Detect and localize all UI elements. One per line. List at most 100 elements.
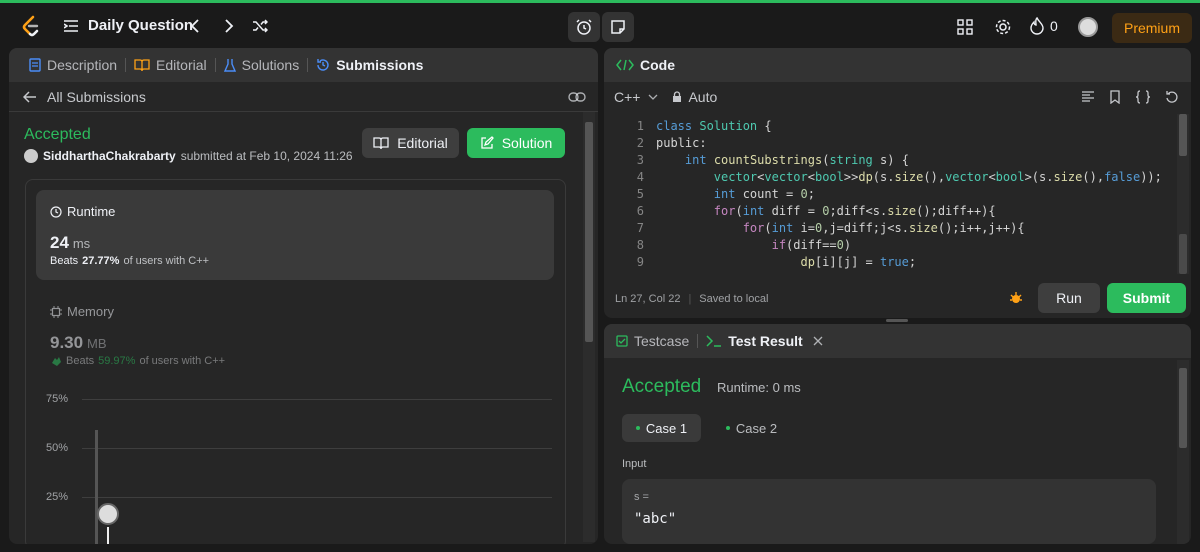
autocomplete-mode[interactable]: Auto	[688, 89, 717, 105]
problem-list-button[interactable]: Daily Question	[64, 17, 193, 34]
scrollbar-thumb[interactable]	[1179, 114, 1187, 156]
gridline	[82, 448, 552, 449]
reset-icon[interactable]	[1165, 90, 1179, 104]
left-scrollbar[interactable]	[583, 112, 595, 542]
submission-status: Accepted	[24, 126, 91, 143]
submit-button[interactable]: Submit	[1107, 283, 1186, 313]
chart-user-marker[interactable]	[97, 503, 119, 525]
gridline	[82, 497, 552, 498]
editorial-button[interactable]: Editorial	[362, 128, 459, 158]
terminal-icon	[706, 335, 722, 347]
pass-dot-icon	[725, 426, 730, 430]
bookmark-icon[interactable]	[1109, 90, 1121, 104]
submitted-time: submitted at Feb 10, 2024 11:26	[180, 149, 353, 163]
code-panel-header: Code	[604, 48, 1191, 82]
premium-button[interactable]: Premium	[1112, 13, 1192, 43]
y-tick-25: 25%	[46, 491, 69, 503]
braces-icon[interactable]	[1135, 90, 1151, 104]
user-avatar[interactable]	[1078, 17, 1098, 37]
layout-button[interactable]	[957, 19, 973, 35]
close-icon[interactable]	[813, 336, 823, 346]
chip-icon	[50, 305, 62, 318]
code-line[interactable]: for(int diff = 0;diff<s.size();diff++){	[656, 203, 996, 220]
input-value-box: s = "abc"	[622, 479, 1156, 544]
code-line[interactable]: vector<vector<bool>>dp(s.size(),vector<b…	[656, 169, 1162, 186]
format-icon[interactable]	[1081, 90, 1095, 104]
code-line[interactable]: public:	[656, 135, 707, 152]
username[interactable]: SiddharthaChakrabarty	[43, 149, 176, 163]
code-scrollbar[interactable]	[1177, 114, 1189, 274]
code-line[interactable]: int count = 0;	[656, 186, 815, 203]
case-2-tab[interactable]: Case 2	[712, 414, 791, 442]
left-panel-tabs: Description Editorial Solutions Submissi…	[9, 48, 598, 82]
tab-code[interactable]: Code	[616, 48, 683, 82]
result-status: Accepted	[622, 376, 702, 397]
memory-header: Memory	[50, 304, 114, 319]
code-line[interactable]: dp[i][j] = true;	[656, 254, 917, 271]
code-icon	[616, 59, 634, 71]
link-icon[interactable]	[568, 91, 586, 103]
code-line[interactable]: if(diff==0)	[656, 237, 852, 254]
notes-button[interactable]	[602, 12, 634, 42]
tab-submissions[interactable]: Submissions	[308, 48, 431, 82]
scrollbar-thumb[interactable]	[1179, 234, 1187, 274]
chevron-left-icon	[190, 19, 199, 33]
grid-layout-icon	[957, 19, 973, 35]
timer-button[interactable]	[568, 12, 600, 42]
tab-testcase[interactable]: Testcase	[616, 324, 697, 358]
chart-bar[interactable]	[95, 430, 98, 544]
y-tick-50: 50%	[46, 442, 69, 454]
streak-counter[interactable]: 0	[1030, 17, 1058, 35]
debug-icon[interactable]	[1008, 290, 1024, 306]
prev-problem-button[interactable]	[190, 18, 200, 34]
checkbox-icon	[616, 335, 628, 347]
code-line[interactable]: int countSubstrings(string s) {	[656, 152, 909, 169]
tab-description[interactable]: Description	[21, 48, 125, 82]
editor-actions	[1081, 90, 1179, 104]
solution-button[interactable]: Solution	[467, 128, 565, 158]
lock-icon	[673, 91, 682, 102]
arrow-left-icon[interactable]	[23, 90, 37, 103]
memory-beats: Beats 59.97% of users with C++	[50, 355, 225, 367]
all-submissions-bar: All Submissions	[9, 82, 598, 112]
scrollbar-thumb[interactable]	[585, 122, 593, 342]
all-submissions-link[interactable]: All Submissions	[47, 89, 146, 105]
code-panel: Code C++ Auto 1 class Solution {2 public: 3…	[604, 48, 1191, 318]
case-1-tab[interactable]: Case 1	[622, 414, 701, 442]
chevron-down-icon[interactable]	[648, 93, 658, 101]
gear-icon	[995, 19, 1011, 35]
line-number: 6	[636, 204, 644, 218]
chevron-right-icon	[225, 19, 234, 33]
editor-status-bar: Ln 27, Col 22 | Saved to local	[604, 280, 1191, 318]
fire-icon	[1030, 17, 1044, 35]
runtime-card[interactable]: Runtime 24 ms Beats 27.77% of users with…	[36, 190, 554, 280]
tab-editorial[interactable]: Editorial	[126, 48, 215, 82]
line-number: 8	[636, 238, 644, 252]
user-avatar-small	[24, 149, 38, 163]
next-problem-button[interactable]	[224, 18, 234, 34]
daily-question-title: Daily Question	[88, 17, 194, 34]
memory-card[interactable]: Memory 9.30 MB Beats 59.97% of users wit…	[36, 290, 554, 380]
list-icon	[64, 19, 78, 32]
book-icon	[373, 137, 389, 150]
cursor-position: Ln 27, Col 22	[615, 293, 681, 305]
input-variable-value: "abc"	[634, 511, 677, 527]
random-problem-button[interactable]	[252, 18, 268, 34]
code-line[interactable]: class Solution {	[656, 118, 772, 135]
input-label: Input	[622, 458, 647, 470]
status-divider: |	[688, 293, 692, 305]
tab-test-result[interactable]: Test Result	[698, 324, 830, 358]
submissions-panel: Description Editorial Solutions Submissi…	[9, 48, 598, 544]
code-line[interactable]: for(int i=0,j=diff;j<s.size();i++,j++){	[656, 220, 1025, 237]
leetcode-logo-icon[interactable]	[20, 15, 42, 39]
line-number: 5	[636, 187, 644, 201]
tab-solutions[interactable]: Solutions	[216, 48, 308, 82]
stats-container: Runtime 24 ms Beats 27.77% of users with…	[25, 179, 566, 544]
language-select[interactable]: C++	[614, 89, 640, 105]
panel-resize-handle[interactable]	[886, 319, 908, 322]
result-scrollbar[interactable]	[1177, 360, 1189, 544]
pass-dot-icon	[635, 426, 640, 430]
run-button[interactable]: Run	[1038, 283, 1100, 313]
settings-button[interactable]	[994, 18, 1012, 36]
scrollbar-thumb[interactable]	[1179, 368, 1187, 448]
